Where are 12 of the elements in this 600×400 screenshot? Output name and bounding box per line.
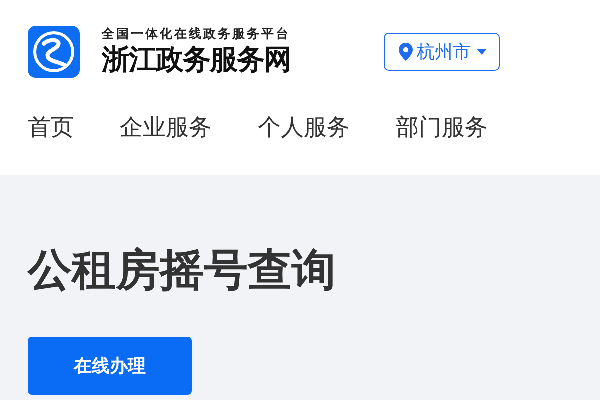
nav-link[interactable]: 部门服务 — [396, 110, 488, 146]
nav-link[interactable]: 首页 — [28, 110, 74, 146]
location-selector[interactable]: 杭州市 — [384, 33, 500, 71]
apply-online-button[interactable]: 在线办理 — [28, 337, 192, 395]
site-title: 浙江政务服务网 — [102, 42, 292, 78]
nav-link[interactable]: 企业服务 — [120, 110, 212, 146]
site-tagline: 全国一体化在线政务服务平台 — [102, 26, 292, 42]
caret-icon — [477, 48, 487, 56]
location-pin-icon — [399, 43, 413, 61]
logo-icon — [28, 26, 80, 78]
nav-link[interactable]: 个人服务 — [258, 110, 350, 146]
page-title: 公租房摇号查询 — [28, 244, 337, 298]
